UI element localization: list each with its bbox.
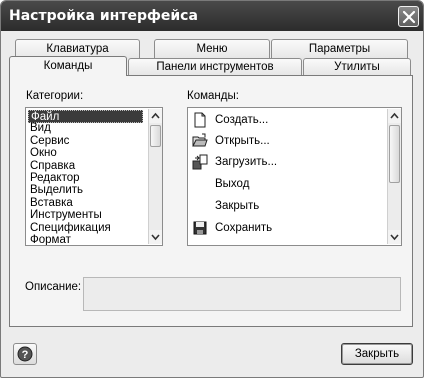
command-label: Выход (215, 178, 250, 190)
scroll-thumb[interactable] (389, 125, 400, 183)
list-item[interactable]: Сервис (28, 135, 69, 148)
chevron-down-icon (151, 234, 160, 241)
tab-label: Параметры (308, 43, 371, 55)
list-item[interactable]: Выделить (28, 184, 83, 197)
list-item[interactable]: Сохранить (188, 218, 384, 239)
categories-scrollbar[interactable] (148, 109, 162, 244)
list-item[interactable]: Вид (28, 122, 51, 135)
categories-label: Категории: (26, 90, 84, 102)
tab-label: Панели инструментов (156, 61, 274, 73)
command-label: Загрузить... (215, 156, 278, 168)
list-item[interactable]: Файл (28, 110, 143, 123)
chevron-up-icon (151, 112, 160, 119)
help-glyph: ? (22, 349, 29, 361)
command-label: Закрыть (215, 200, 260, 212)
list-item[interactable]: Инструменты (28, 209, 102, 222)
title-bar[interactable]: Настройка интерфейса (1, 1, 423, 31)
list-item[interactable]: Открыть... (188, 131, 384, 152)
tab-label: Клавиатура (46, 43, 109, 55)
window-close-button[interactable] (398, 6, 419, 27)
scroll-up-button[interactable] (149, 109, 162, 123)
list-item[interactable]: Редактор (28, 172, 80, 185)
scroll-down-button[interactable] (388, 230, 401, 244)
tab-parameters[interactable]: Параметры (271, 39, 408, 59)
new-document-icon (194, 112, 206, 128)
scroll-up-button[interactable] (388, 109, 401, 123)
list-item[interactable]: Загрузить... (188, 152, 384, 173)
commands-label: Команды: (187, 90, 239, 102)
list-item[interactable]: Создать... (188, 110, 384, 131)
command-label: Сохранить (215, 222, 273, 234)
command-label: Открыть... (215, 135, 270, 147)
scroll-down-button[interactable] (149, 230, 162, 244)
commands-scrollbar[interactable] (387, 109, 401, 244)
description-field (83, 277, 401, 311)
tab-utilities[interactable]: Утилиты (303, 58, 411, 75)
window-title: Настройка интерфейса (9, 8, 198, 24)
list-item[interactable]: Спецификация (28, 222, 111, 235)
command-label: Создать... (215, 114, 269, 126)
tab-commands[interactable]: Команды (9, 56, 127, 78)
tab-label: Утилиты (334, 61, 380, 73)
list-item[interactable]: Окно (28, 147, 57, 160)
tab-toolbars[interactable]: Панели инструментов (128, 58, 302, 75)
commands-listbox[interactable]: Создать... Открыть... Загрузить... Выход… (187, 107, 402, 246)
scroll-thumb[interactable] (150, 125, 161, 147)
save-disk-icon (193, 221, 207, 235)
chevron-down-icon (390, 234, 399, 241)
customize-interface-dialog: Настройка интерфейса Клавиатура Меню Пар… (0, 0, 424, 378)
chevron-up-icon (390, 112, 399, 119)
tab-label: Меню (196, 43, 228, 55)
tab-menu[interactable]: Меню (154, 39, 270, 59)
close-button[interactable]: Закрыть (341, 343, 413, 365)
tab-label: Команды (43, 60, 93, 72)
load-icon (192, 154, 208, 170)
list-item[interactable]: Вставка (28, 197, 73, 210)
help-button[interactable]: ? (13, 343, 37, 365)
categories-listbox[interactable]: Файл Вид Сервис Окно Справка Редактор Выделить… (25, 107, 163, 246)
list-item[interactable]: Закрыть (188, 196, 384, 217)
list-item[interactable]: Выход (188, 174, 384, 195)
list-item[interactable]: Формат (28, 234, 71, 245)
close-icon (402, 10, 416, 24)
help-icon: ? (17, 346, 33, 362)
description-label: Описание: (25, 281, 82, 293)
list-item[interactable]: Справка (28, 160, 75, 173)
open-folder-icon (192, 133, 208, 147)
